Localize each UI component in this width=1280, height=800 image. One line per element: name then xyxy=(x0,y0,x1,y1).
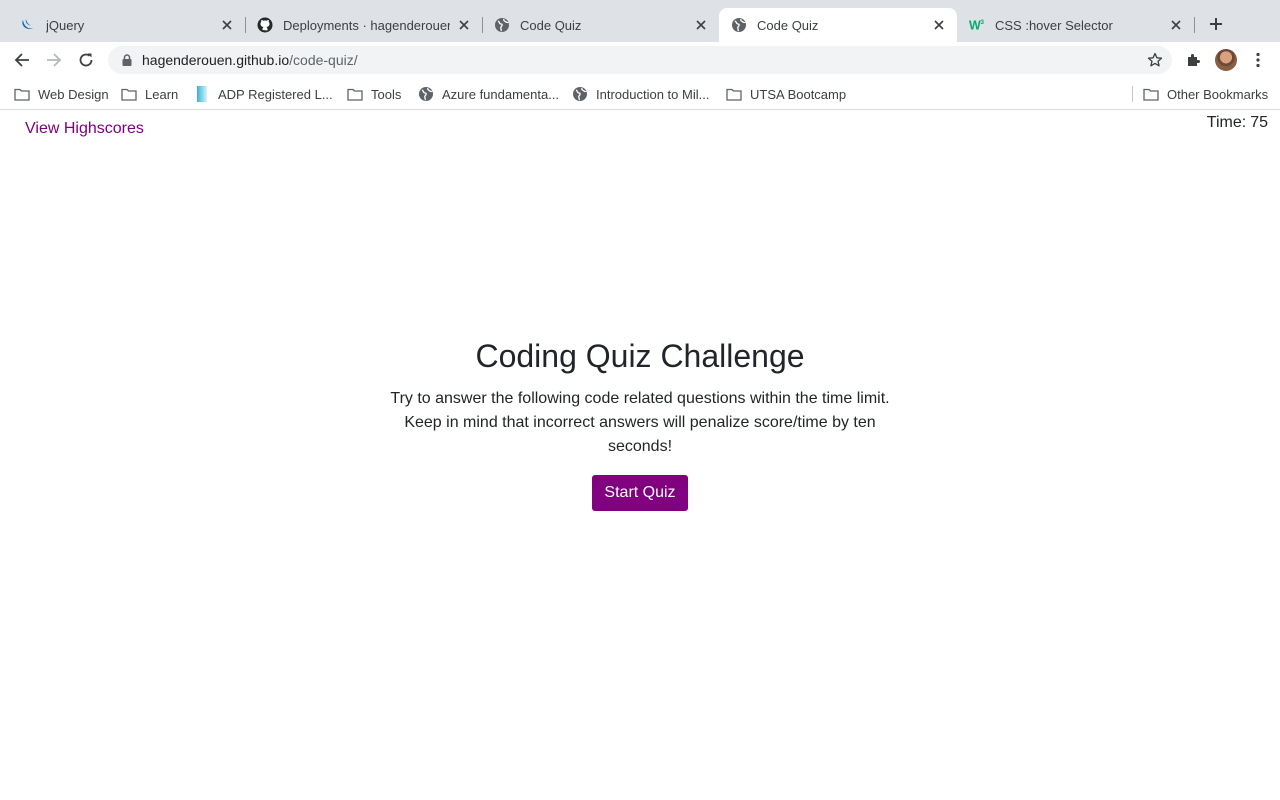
tab-jquery[interactable]: jQuery xyxy=(8,8,245,42)
tab-deployments[interactable]: Deployments · hagenderouen/c xyxy=(245,8,482,42)
avatar xyxy=(1215,49,1237,71)
tab-code-quiz[interactable]: Code Quiz xyxy=(482,8,719,42)
new-tab-button[interactable] xyxy=(1205,13,1227,35)
url-text: hagenderouen.github.io/code-quiz/ xyxy=(142,52,358,68)
reload-icon xyxy=(79,53,93,67)
close-icon[interactable] xyxy=(456,17,472,33)
tab-title: CSS :hover Selector xyxy=(995,17,1113,33)
bookmarks-bar: Web Design Learn ADP Registered L... Too… xyxy=(0,78,1280,110)
reload-button[interactable] xyxy=(74,48,98,72)
timer-value: 75 xyxy=(1250,114,1268,131)
address-bar[interactable]: hagenderouen.github.io/code-quiz/ xyxy=(108,46,1172,74)
bookmark-label: Azure fundamenta... xyxy=(442,86,560,102)
lock-icon xyxy=(120,53,134,67)
folder-icon xyxy=(1143,86,1159,102)
bookmark-label: ADP Registered L... xyxy=(218,86,333,102)
bookmark-azure[interactable]: Azure fundamenta... xyxy=(418,85,559,103)
bookmark-web-design[interactable]: Web Design xyxy=(14,85,109,103)
menu-button[interactable] xyxy=(1246,48,1270,72)
page-content: View Highscores Time: 75 Coding Quiz Chal… xyxy=(0,111,1280,800)
view-highscores-link[interactable]: View Highscores xyxy=(25,120,144,138)
bookmark-tools[interactable]: Tools xyxy=(347,85,401,103)
globe-icon xyxy=(731,17,747,33)
folder-icon xyxy=(726,86,742,102)
bookmark-utsa-bootcamp[interactable]: UTSA Bootcamp xyxy=(726,85,846,103)
tab-code-quiz-active[interactable]: Code Quiz xyxy=(719,8,957,42)
url-host: hagenderouen.github.io xyxy=(142,52,290,68)
globe-icon xyxy=(494,17,510,33)
svg-text:W: W xyxy=(969,18,981,32)
close-icon[interactable] xyxy=(219,17,235,33)
timer-label: Time: xyxy=(1206,114,1247,131)
profile-button[interactable] xyxy=(1214,48,1238,72)
forward-button[interactable] xyxy=(42,48,66,72)
bookmark-intro-ml[interactable]: Introduction to Mil... xyxy=(572,85,709,103)
tab-strip: jQuery Deployments · hagenderouen/c Code… xyxy=(0,0,1280,42)
page-title: Coding Quiz Challenge xyxy=(475,338,805,374)
folder-icon xyxy=(347,86,363,102)
extensions-button[interactable] xyxy=(1182,48,1206,72)
plus-icon xyxy=(1210,18,1222,30)
tab-title: Code Quiz xyxy=(757,17,819,33)
w3schools-icon: W3 xyxy=(969,17,985,33)
bookmark-star-icon[interactable] xyxy=(1146,51,1164,69)
github-icon xyxy=(257,17,273,33)
bookmark-label: Introduction to Mil... xyxy=(596,86,710,102)
browser-toolbar: hagenderouen.github.io/code-quiz/ xyxy=(0,42,1280,78)
quiz-intro: Coding Quiz Challenge Try to answer the … xyxy=(380,337,900,512)
bookmarks-divider xyxy=(1132,86,1133,102)
start-quiz-button[interactable]: Start Quiz xyxy=(592,475,688,512)
timer: Time: 75 xyxy=(1207,114,1268,132)
bookmark-learn[interactable]: Learn xyxy=(121,85,178,103)
puzzle-icon xyxy=(1188,54,1200,66)
globe-icon xyxy=(418,86,434,102)
close-icon[interactable] xyxy=(931,17,947,33)
close-icon[interactable] xyxy=(693,17,709,33)
tab-title: Deployments · hagenderouen/c xyxy=(283,17,450,33)
bookmark-label: Learn xyxy=(145,86,179,102)
tab-title: jQuery xyxy=(46,17,85,33)
bookmark-label: Tools xyxy=(371,86,402,102)
bookmark-label: Web Design xyxy=(38,86,109,102)
quiz-description: Try to answer the following code related… xyxy=(390,390,890,456)
bookmark-label: Other Bookmarks xyxy=(1167,86,1269,102)
back-arrow-icon xyxy=(14,53,29,67)
kebab-menu-icon xyxy=(1256,52,1260,68)
svg-text:3: 3 xyxy=(981,19,985,26)
folder-icon xyxy=(121,86,137,102)
url-path: /code-quiz/ xyxy=(289,52,358,68)
tab-title: Code Quiz xyxy=(520,17,582,33)
tab-divider xyxy=(1194,17,1195,33)
globe-icon xyxy=(572,86,588,102)
back-button[interactable] xyxy=(10,48,34,72)
bookmark-label: UTSA Bootcamp xyxy=(750,86,847,102)
bookmark-other-bookmarks[interactable]: Other Bookmarks xyxy=(1143,85,1268,103)
adp-icon xyxy=(194,86,210,102)
folder-icon xyxy=(14,86,30,102)
tab-css-hover[interactable]: W3 CSS :hover Selector xyxy=(957,8,1194,42)
forward-arrow-icon xyxy=(47,53,62,67)
close-icon[interactable] xyxy=(1168,17,1184,33)
bookmark-adp[interactable]: ADP Registered L... xyxy=(194,85,333,103)
jquery-icon xyxy=(20,17,36,33)
